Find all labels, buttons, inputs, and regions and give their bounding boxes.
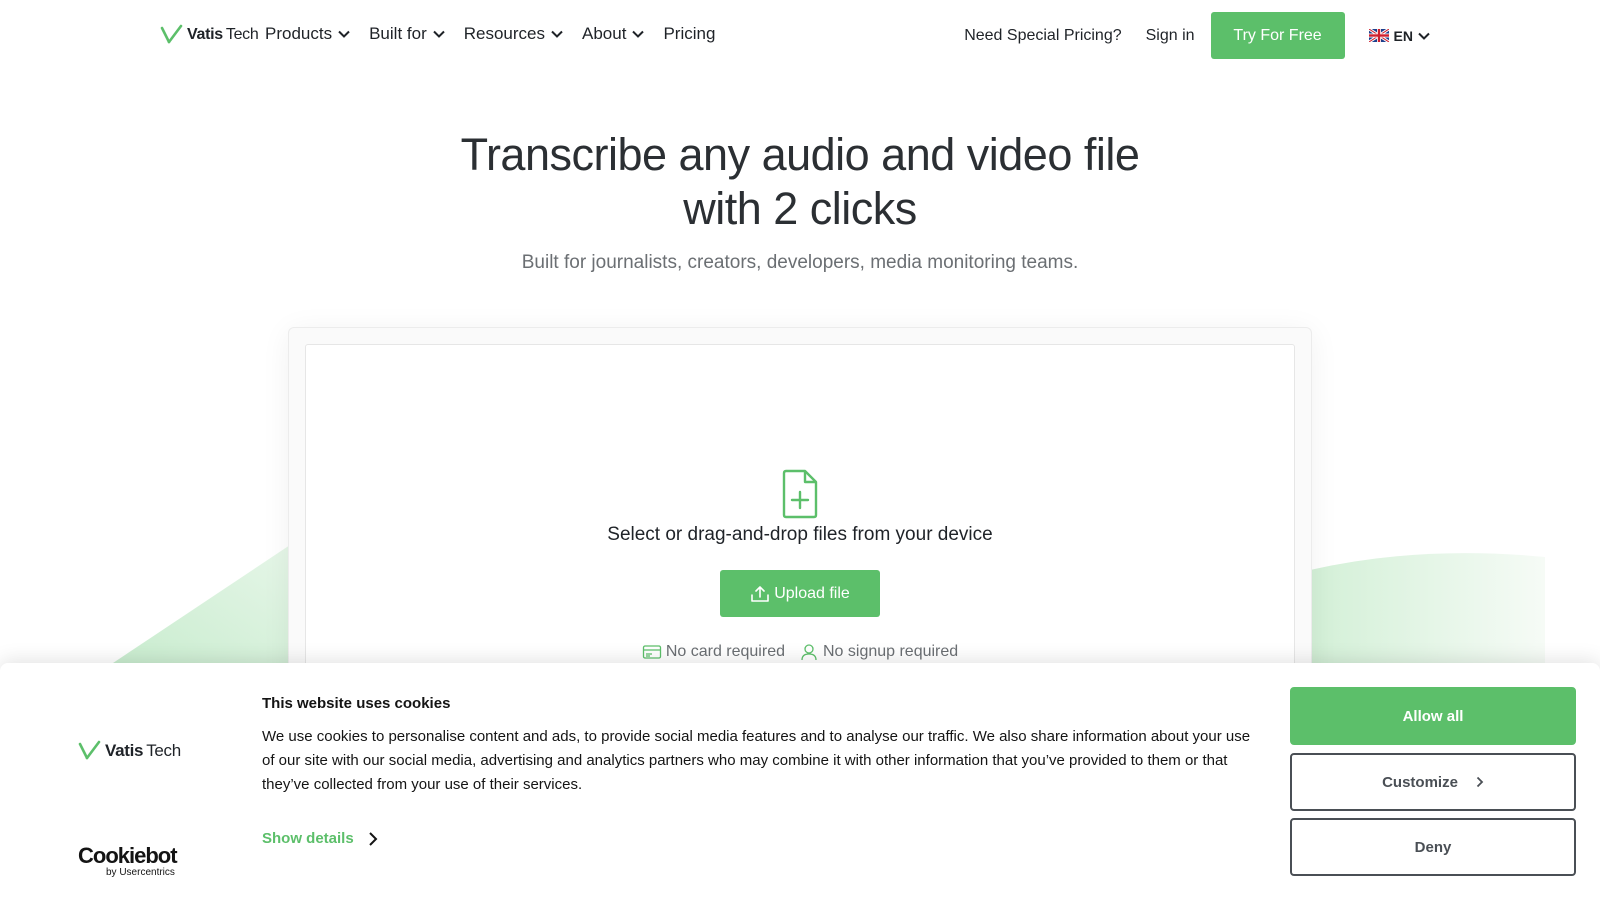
nav-item-label: Resources [463, 24, 545, 43]
customize-button[interactable]: Customize [1290, 753, 1576, 811]
chevron-right-icon [1476, 776, 1484, 788]
chevron-down-icon [433, 30, 445, 38]
vatis-logo-icon [160, 24, 183, 44]
cookie-title: This website uses cookies [262, 695, 451, 712]
upload-prompt: Select or drag-and-drop files from your … [607, 524, 993, 545]
logo-text-light: Tech [146, 741, 181, 760]
nav-item-resources[interactable]: Resources [464, 24, 563, 44]
upload-file-label: Upload file [774, 584, 850, 602]
special-pricing-link[interactable]: Need Special Pricing? [964, 27, 1121, 45]
allow-all-button[interactable]: Allow all [1290, 687, 1576, 745]
nav-item-label: Built for [369, 24, 427, 43]
cookiebot-name: Cookiebot [78, 843, 178, 868]
nav-item-label: Pricing [663, 24, 716, 43]
nav-item-built-for[interactable]: Built for [369, 24, 445, 44]
chevron-down-icon [551, 30, 563, 38]
upload-icon [751, 585, 769, 602]
hero-title: Transcribe any audio and video file with… [0, 128, 1600, 236]
nav-item-about[interactable]: About [582, 24, 645, 44]
nav-item-products[interactable]: Products [265, 24, 350, 44]
hero-title-line-1: Transcribe any audio and video file [460, 129, 1140, 180]
chevron-down-icon [1418, 32, 1430, 40]
credit-card-icon [642, 645, 661, 659]
no-signup-label: No signup required [822, 643, 959, 660]
no-signup-badge: No signup required [799, 643, 958, 661]
upload-file-button[interactable]: Upload file [720, 570, 880, 617]
show-details-label: Show details [262, 830, 354, 847]
nav-item-pricing[interactable]: Pricing [663, 24, 715, 44]
cookiebot-logo[interactable]: Cookiebot by Usercentrics [78, 843, 178, 879]
upload-badges: No card required No signup required [0, 643, 1600, 661]
show-details-link[interactable]: Show details [262, 830, 378, 847]
language-selector[interactable]: EN [1368, 27, 1430, 44]
logo-text-bold: Vatis [187, 26, 223, 43]
cookie-text: We use cookies to personalise content an… [262, 728, 1251, 793]
uk-flag-icon [1368, 29, 1389, 42]
site-header: Vatis Tech Products Built for Resources … [0, 0, 1600, 70]
hero-subtitle: Built for journalists, creators, develop… [521, 252, 1079, 273]
nav-item-label: Products [265, 24, 333, 43]
logo-text-light: Tech [225, 26, 259, 43]
vatis-logo-icon [78, 740, 101, 760]
sign-in-link[interactable]: Sign in [1146, 27, 1195, 45]
try-for-free-button[interactable]: Try For Free [1210, 12, 1345, 59]
language-label: EN [1393, 27, 1413, 44]
logo-text-bold: Vatis [105, 741, 144, 760]
cookie-banner-logo: Vatis Tech [78, 740, 181, 762]
header-actions: Need Special Pricing? Sign in Try For Fr… [964, 12, 1430, 59]
user-icon [801, 644, 817, 661]
main-nav: Products Built for Resources About Prici… [265, 24, 734, 44]
no-card-badge: No card required [642, 643, 785, 661]
file-plus-icon [782, 469, 818, 519]
no-card-label: No card required [665, 643, 785, 660]
customize-label: Customize [1382, 773, 1458, 791]
hero-title-line-2: with 2 clicks [683, 183, 917, 234]
vatis-tech-logo[interactable]: Vatis Tech [160, 22, 259, 48]
nav-item-label: About [582, 24, 627, 43]
chevron-down-icon [338, 30, 350, 38]
chevron-right-icon [368, 831, 378, 846]
cookiebot-sub: by Usercentrics [106, 867, 175, 878]
deny-button[interactable]: Deny [1290, 818, 1576, 876]
chevron-down-icon [632, 30, 645, 38]
